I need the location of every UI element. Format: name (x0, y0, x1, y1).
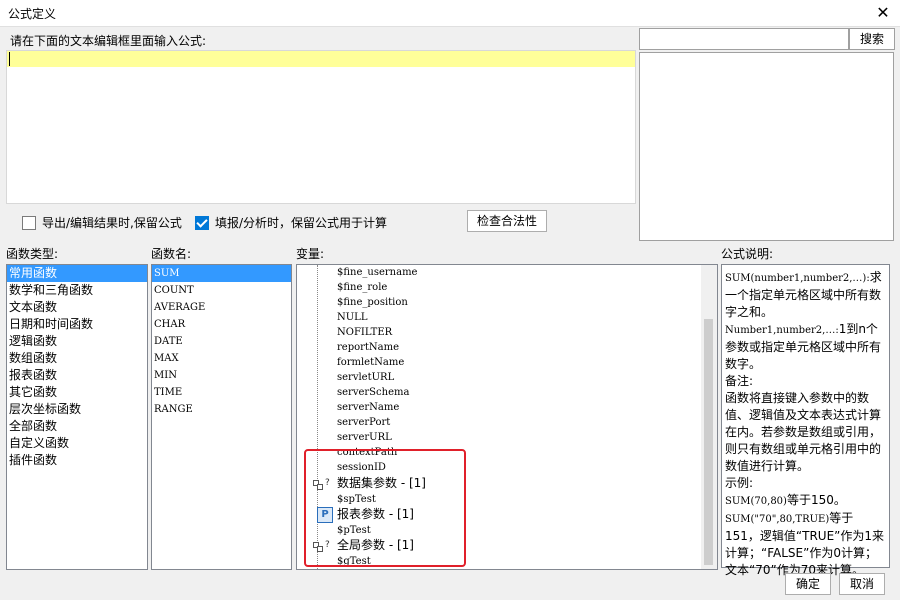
keep-on-fill-checkbox[interactable]: 填报/分析时，保留公式用于计算 (195, 214, 387, 231)
list-item[interactable]: COUNT (152, 282, 291, 299)
list-item[interactable]: 日期和时间函数 (7, 316, 147, 333)
current-line-highlight (7, 51, 635, 67)
tree-item[interactable]: serverPort (337, 415, 390, 430)
tree-item[interactable]: serverName (337, 400, 399, 415)
desc-signature: SUM(number1,number2,…): (725, 273, 870, 284)
function-type-list[interactable]: 常用函数 数学和三角函数 文本函数 日期和时间函数 逻辑函数 数组函数 报表函数… (6, 264, 148, 570)
desc-remark: 函数将直接键入参数中的数值、逻辑值及文本表达式计算在内。若参数是数组或引用，则只… (725, 391, 882, 473)
desc-example-code: SUM("70",80,TRUE) (725, 514, 830, 525)
ok-button[interactable]: 确定 (785, 573, 831, 595)
function-name-list[interactable]: SUM COUNT AVERAGE CHAR DATE MAX MIN TIME… (151, 264, 292, 570)
cancel-button[interactable]: 取消 (839, 573, 885, 595)
tree-item[interactable]: $fine_username (337, 265, 417, 280)
list-item[interactable]: 数学和三角函数 (7, 282, 147, 299)
list-item[interactable]: 文本函数 (7, 299, 147, 316)
title-bar: 公式定义 ✕ (0, 0, 900, 27)
list-item[interactable]: 常用函数 (7, 265, 147, 282)
tree-item[interactable]: servletURL (337, 370, 394, 385)
desc-example-label: 示例: (725, 476, 754, 490)
function-types-label: 函数类型: (6, 247, 59, 261)
list-item[interactable]: 层次坐标函数 (7, 401, 147, 418)
list-item[interactable]: AVERAGE (152, 299, 291, 316)
list-item[interactable]: TIME (152, 384, 291, 401)
tree-item[interactable]: NULL (337, 310, 367, 325)
list-item[interactable]: 其它函数 (7, 384, 147, 401)
keep-on-fill-label: 填报/分析时，保留公式用于计算 (215, 216, 388, 230)
search-results-panel (639, 52, 894, 241)
desc-example-result: 等于150。 (786, 493, 846, 507)
list-item[interactable]: CHAR (152, 316, 291, 333)
list-item[interactable]: 自定义函数 (7, 435, 147, 452)
keep-on-export-label: 导出/编辑结果时,保留公式 (42, 216, 182, 230)
tree-item[interactable]: serverURL (337, 430, 392, 445)
close-icon[interactable]: ✕ (872, 2, 894, 24)
desc-example-code: SUM(70,80) (725, 496, 787, 507)
tree-item[interactable]: formletName (337, 355, 404, 370)
window-title: 公式定义 (8, 7, 57, 21)
tree-item[interactable]: $fine_position (337, 295, 408, 310)
list-item[interactable]: RANGE (152, 401, 291, 418)
desc-params: Number1,number2,…: (725, 325, 839, 336)
tree-item[interactable]: NOFILTER (337, 325, 392, 340)
function-names-label: 函数名: (151, 247, 192, 261)
tree-item[interactable]: reportName (337, 340, 399, 355)
tree-item[interactable]: serverSchema (337, 385, 409, 400)
checkbox-checked[interactable] (195, 215, 209, 230)
tree-item[interactable]: $fine_role (337, 280, 387, 295)
editor-prompt: 请在下面的文本编辑框里面输入公式: (10, 34, 207, 48)
highlight-annotation-box (304, 449, 466, 567)
scrollbar-thumb[interactable] (704, 319, 713, 565)
list-item[interactable]: 逻辑函数 (7, 333, 147, 350)
list-item[interactable]: MIN (152, 367, 291, 384)
formula-description: SUM(number1,number2,…):求一个指定单元格区域中所有数字之和… (721, 264, 890, 577)
list-item[interactable]: 全部函数 (7, 418, 147, 435)
vertical-scrollbar[interactable] (701, 265, 717, 569)
formula-editor[interactable] (6, 50, 636, 204)
list-item[interactable]: 报表函数 (7, 367, 147, 384)
list-item[interactable]: 数组函数 (7, 350, 147, 367)
list-item[interactable]: MAX (152, 350, 291, 367)
variables-label: 变量: (296, 247, 325, 261)
keep-on-export-checkbox[interactable]: 导出/编辑结果时,保留公式 (22, 214, 182, 231)
checkbox-unchecked[interactable] (22, 215, 36, 230)
search-input[interactable] (639, 28, 849, 50)
list-item[interactable]: DATE (152, 333, 291, 350)
search-button[interactable]: 搜索 (849, 28, 895, 50)
list-item[interactable]: SUM (152, 265, 291, 282)
text-caret (9, 52, 10, 66)
check-validity-button[interactable]: 检查合法性 (467, 210, 547, 232)
list-item[interactable]: 插件函数 (7, 452, 147, 469)
formula-desc-label: 公式说明: (721, 247, 774, 261)
desc-remark-label: 备注: (725, 374, 754, 388)
